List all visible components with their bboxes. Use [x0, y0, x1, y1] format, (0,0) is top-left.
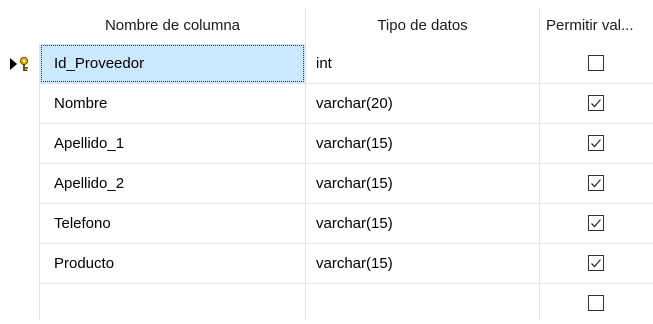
allow-nulls-cell: [540, 284, 653, 323]
column-name-cell[interactable]: Nombre: [40, 84, 305, 123]
table-row[interactable]: Producto varchar(15): [0, 244, 653, 284]
column-name-cell[interactable]: Id_Proveedor: [40, 44, 305, 83]
column-header-data-type[interactable]: Tipo de datos: [306, 8, 539, 44]
checkmark-icon: [591, 219, 601, 228]
data-type-cell[interactable]: varchar(15): [306, 244, 539, 283]
allow-nulls-checkbox[interactable]: [588, 295, 604, 311]
checkmark-icon: [591, 139, 601, 148]
key-icon: [19, 56, 29, 71]
new-table-row[interactable]: [0, 284, 653, 324]
current-row-selector[interactable]: [10, 56, 34, 72]
allow-nulls-checkbox[interactable]: [588, 135, 604, 151]
data-type-cell[interactable]: varchar(15): [306, 124, 539, 163]
allow-nulls-cell: [540, 204, 653, 243]
checkmark-icon: [591, 99, 601, 108]
checkmark-icon: [591, 179, 601, 188]
table-row[interactable]: Nombre varchar(20): [0, 84, 653, 124]
allow-nulls-cell: [540, 124, 653, 163]
checkmark-icon: [591, 259, 601, 268]
table-row[interactable]: Apellido_1 varchar(15): [0, 124, 653, 164]
data-type-cell[interactable]: varchar(15): [306, 204, 539, 243]
column-name-cell[interactable]: Apellido_2: [40, 164, 305, 203]
current-row-arrow-icon: [10, 56, 29, 71]
allow-nulls-cell: [540, 84, 653, 123]
allow-nulls-cell: [540, 244, 653, 283]
allow-nulls-checkbox[interactable]: [588, 215, 604, 231]
table-row[interactable]: Id_Proveedor int: [0, 44, 653, 84]
table-row[interactable]: Apellido_2 varchar(15): [0, 164, 653, 204]
column-name-cell[interactable]: [40, 284, 305, 323]
column-header-name[interactable]: Nombre de columna: [40, 8, 305, 44]
data-type-cell[interactable]: varchar(20): [306, 84, 539, 123]
data-type-cell[interactable]: int: [306, 44, 539, 83]
column-header-allow-nulls[interactable]: Permitir val...: [540, 8, 653, 44]
column-name-cell[interactable]: Producto: [40, 244, 305, 283]
allow-nulls-checkbox[interactable]: [588, 55, 604, 71]
data-type-cell[interactable]: [306, 284, 539, 323]
allow-nulls-checkbox[interactable]: [588, 175, 604, 191]
allow-nulls-cell: [540, 164, 653, 203]
data-type-cell[interactable]: varchar(15): [306, 164, 539, 203]
allow-nulls-checkbox[interactable]: [588, 95, 604, 111]
table-row[interactable]: Telefono varchar(15): [0, 204, 653, 244]
column-name-cell[interactable]: Apellido_1: [40, 124, 305, 163]
allow-nulls-cell: [540, 44, 653, 83]
column-name-cell[interactable]: Telefono: [40, 204, 305, 243]
allow-nulls-checkbox[interactable]: [588, 255, 604, 271]
table-designer-grid: Nombre de columna Tipo de datos Permitir…: [0, 0, 653, 320]
